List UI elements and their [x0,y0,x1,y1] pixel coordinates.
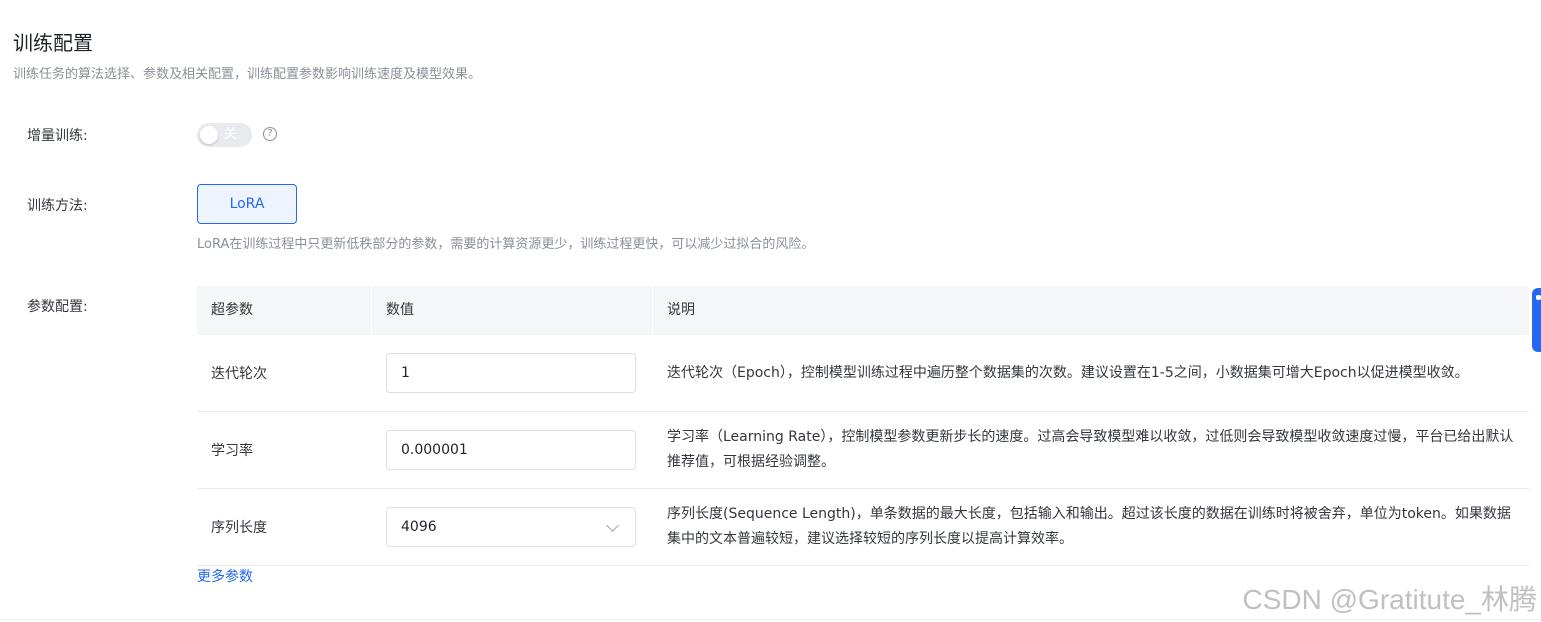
method-description: LoRA在训练过程中只更新低秩部分的参数，需要的计算资源更少，训练过程更快，可以… [197,237,815,252]
param-value-cell: 0.000001 [372,412,653,488]
param-description: 迭代轮次（Epoch），控制模型训练过程中遍历整个数据集的次数。建议设置在1-5… [667,364,1469,381]
table-row: 迭代轮次 1 迭代轮次（Epoch），控制模型训练过程中遍历整个数据集的次数。建… [197,335,1529,412]
switch-state-text: 关 [224,127,238,142]
param-name: 迭代轮次 [211,366,267,382]
param-table: 超参数 数值 说明 迭代轮次 1 迭代轮次（Epoch），控制模型训练过程中遍历… [197,286,1529,566]
help-circle-icon[interactable]: ? [263,127,277,141]
table-header: 超参数 数值 说明 [197,286,1529,335]
column-header-desc: 说明 [667,302,695,318]
section-title: 训练配置 [13,31,93,55]
table-row: 学习率 0.000001 学习率（Learning Rate），控制模型参数更新… [197,412,1529,489]
param-name: 学习率 [211,443,253,459]
select-value: 4096 [401,519,437,535]
chevron-down-icon [606,519,619,532]
side-tab-icon [1536,295,1541,300]
learning-rate-input[interactable]: 0.000001 [386,430,636,470]
sequence-length-select[interactable]: 4096 [386,507,636,547]
param-description: 序列长度(Sequence Length)，单条数据的最大长度，包括输入和输出。… [667,506,1511,547]
epoch-input[interactable]: 1 [386,353,636,393]
incremental-training-switch[interactable]: 关 [197,123,252,147]
param-name: 序列长度 [211,520,267,536]
column-header-value: 数值 [372,286,653,335]
param-description: 学习率（Learning Rate），控制模型参数更新步长的速度。过高会导致模型… [667,429,1514,470]
method-option-lora[interactable]: LoRA [197,184,297,224]
column-header-param: 超参数 [197,286,372,335]
param-config-label: 参数配置: [27,299,88,315]
side-float-tab[interactable] [1532,288,1541,352]
table-row: 序列长度 4096 序列长度(Sequence Length)，单条数据的最大长… [197,489,1529,566]
more-params-link[interactable]: 更多参数 [197,566,253,586]
param-value-cell: 1 [372,335,653,411]
watermark: CSDN @Gratitute_林腾 [1242,584,1538,615]
training-method-label: 训练方法: [27,198,88,214]
incremental-training-label: 增量训练: [27,128,88,144]
param-value-cell: 4096 [372,489,653,565]
section-description: 训练任务的算法选择、参数及相关配置，训练配置参数影响训练速度及模型效果。 [13,67,482,82]
switch-knob [200,126,218,144]
divider [0,619,1541,620]
